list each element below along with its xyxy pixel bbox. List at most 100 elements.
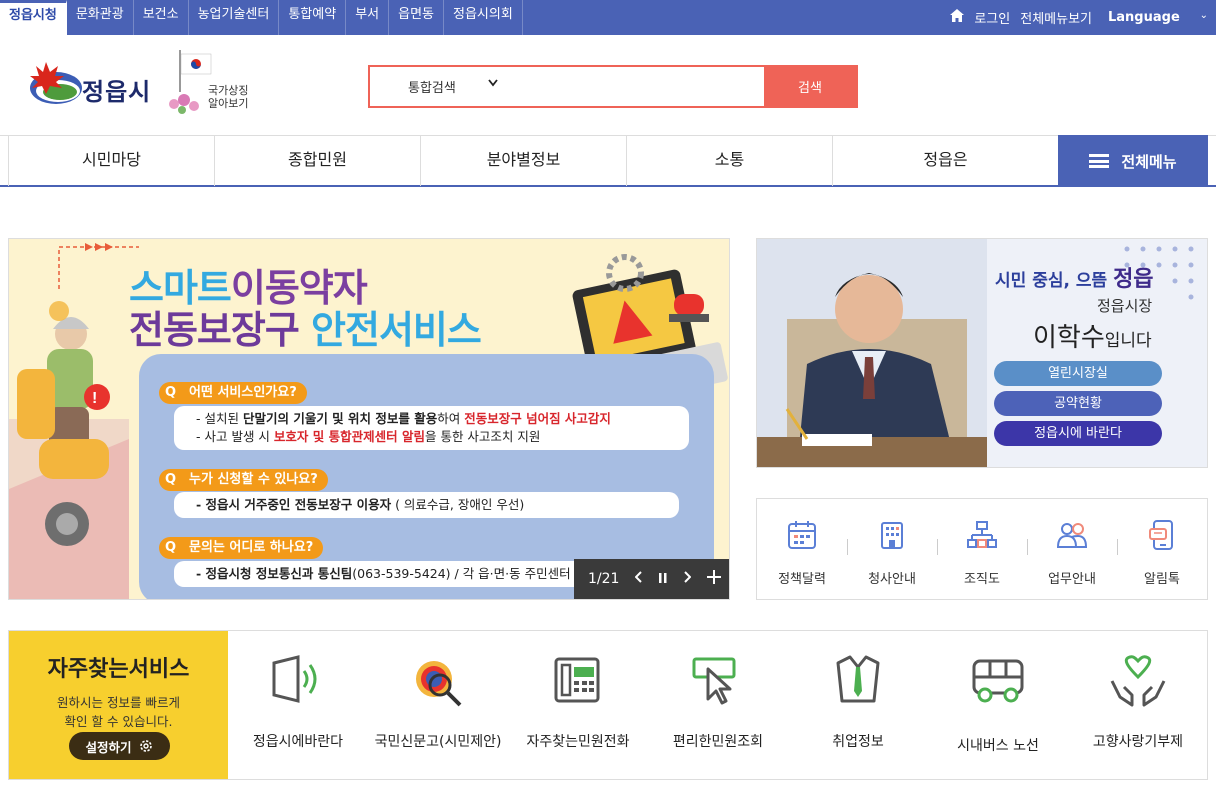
search-scope-label: 통합검색 xyxy=(408,81,456,96)
symbol-line-2: 알아보기 xyxy=(208,97,249,110)
plus-icon[interactable] xyxy=(707,570,722,588)
all-menu-button[interactable]: 전체메뉴 xyxy=(1058,135,1208,187)
login-link[interactable]: 로그인 xyxy=(974,8,1010,27)
service-label: 국민신문고(시민제안) xyxy=(374,734,502,750)
pause-icon[interactable] xyxy=(659,571,667,587)
tab-towns[interactable]: 읍면동 xyxy=(389,0,444,35)
quick-link-label: 업무안내 xyxy=(1048,572,1096,587)
service-label: 취업정보 xyxy=(832,734,884,750)
quick-link-policy-calendar[interactable]: 정책달력 xyxy=(757,499,847,599)
prev-arrow-icon[interactable] xyxy=(635,571,643,587)
tab-council[interactable]: 정읍시의회 xyxy=(444,0,523,35)
a1-text-f: 보호자 및 통합관제센터 알림 xyxy=(273,429,425,444)
settings-button[interactable]: 설정하기 xyxy=(69,732,170,760)
banner-answer-2: - 정읍시 거주중인 전동보장구 이용자 ( 의료수급, 장애인 우선) xyxy=(174,492,679,518)
hamburger-icon xyxy=(1089,154,1110,168)
a1-text-c: 하여 xyxy=(437,411,465,426)
frequent-services-title: 자주찾는서비스 xyxy=(47,657,190,682)
service-jobs[interactable]: 취업정보 xyxy=(788,631,928,779)
tab-culture-tour[interactable]: 문화관광 xyxy=(67,0,134,35)
nav-field-info[interactable]: 분야별정보 xyxy=(420,136,626,186)
search-scope-select[interactable]: 통합검색 xyxy=(370,67,500,106)
tab-city-hall[interactable]: 정읍시청 xyxy=(0,0,67,35)
service-epeople[interactable]: 국민신문고(시민제안) xyxy=(368,631,508,779)
suggestion-button[interactable]: 정읍시에 바란다 xyxy=(994,421,1162,446)
service-phone[interactable]: 자주찾는민원전화 xyxy=(508,631,648,779)
pledge-status-button[interactable]: 공약현황 xyxy=(994,391,1162,416)
quick-link-notification-talk[interactable]: 알림톡 xyxy=(1117,499,1207,599)
national-symbol-link[interactable]: 국가상징 알아보기 xyxy=(208,84,248,110)
people-icon xyxy=(1056,523,1088,548)
home-icon[interactable] xyxy=(950,9,965,26)
mayor-name: 이학수 xyxy=(1033,323,1105,353)
a1-text-d: 전동보장구 넘어짐 사고감지 xyxy=(464,411,611,426)
service-label: 고향사랑기부제 xyxy=(1092,734,1184,750)
site-tabs: 정읍시청 문화관광 보건소 농업기술센터 통합예약 부서 읍면동 정읍시의회 xyxy=(0,0,523,35)
frequent-services-desc: 원하시는 정보를 빠르게 확인 할 수 있습니다. xyxy=(9,693,228,731)
bus-icon xyxy=(972,659,1024,703)
quick-link-label: 조직도 xyxy=(964,572,1000,587)
slogan-text-a: 시민 중심, 으뜸 xyxy=(995,271,1114,291)
main-navigation: 시민마당 종합민원 분야별정보 소통 정읍은 전체메뉴 xyxy=(0,135,1216,187)
search-input[interactable] xyxy=(500,71,760,102)
service-label: 편리한민원조회 xyxy=(672,734,764,750)
service-hometown-donation[interactable]: 고향사랑기부제 xyxy=(1068,631,1208,779)
quick-link-label: 청사안내 xyxy=(868,572,916,587)
open-mayor-office-button[interactable]: 열린시장실 xyxy=(994,361,1162,386)
banner-question-2: 누가 신청할 수 있나요? xyxy=(159,469,328,491)
nav-communication[interactable]: 소통 xyxy=(626,136,832,186)
symbol-line-1: 국가상징 xyxy=(208,84,249,97)
language-select[interactable]: Language ⌄ xyxy=(1108,10,1216,25)
tab-department[interactable]: 부서 xyxy=(346,0,390,35)
cursor-icon xyxy=(692,657,736,705)
mayor-slogan: 시민 중심, 으뜸 정읍 xyxy=(995,261,1154,293)
banner-controls: 1/21 xyxy=(574,559,729,599)
building-icon xyxy=(881,522,903,549)
service-label: 시내버스 노선 xyxy=(957,738,1039,754)
all-menu-link[interactable]: 전체메뉴보기 xyxy=(1020,8,1092,27)
quick-link-work-guide[interactable]: 업무안내 xyxy=(1027,499,1117,599)
chevron-down-icon: ⌄ xyxy=(1199,10,1208,21)
language-label: Language xyxy=(1108,10,1180,25)
gear-icon xyxy=(139,740,152,752)
service-bus-route[interactable]: 시내버스 노선 xyxy=(928,631,1068,779)
mayor-role: 정읍시장 xyxy=(1097,297,1153,315)
calendar-icon xyxy=(788,521,816,549)
tab-reservation[interactable]: 통합예약 xyxy=(279,0,347,35)
utility-links: 로그인 전체메뉴보기 Language ⌄ xyxy=(950,0,1216,35)
speaker-icon xyxy=(272,655,317,703)
nav-citizen-square[interactable]: 시민마당 xyxy=(8,136,214,186)
nav-civil-service[interactable]: 종합민원 xyxy=(214,136,420,186)
heart-hands-icon xyxy=(1110,655,1166,707)
svg-text:!: ! xyxy=(92,390,97,407)
frequent-services: 자주찾는서비스 원하시는 정보를 빠르게 확인 할 수 있습니다. 설정하기 정… xyxy=(8,630,1208,780)
mayor-name-suffix: 입니다 xyxy=(1104,331,1152,351)
nav-about-jeongeup[interactable]: 정읍은 xyxy=(832,136,1058,186)
a1-text-g: 을 통한 사고조치 지원 xyxy=(424,429,541,444)
tab-agri-center[interactable]: 농업기술센터 xyxy=(189,0,280,35)
top-bar: 정읍시청 문화관광 보건소 농업기술센터 통합예약 부서 읍면동 정읍시의회 로… xyxy=(0,0,1216,35)
all-menu-label: 전체메뉴 xyxy=(1121,152,1177,171)
a3-text-a: - 정읍시청 정보통신과 통신팀 xyxy=(196,566,353,581)
quick-links: 정책달력 청사안내 조직도 업무안내 알림톡 xyxy=(756,498,1208,600)
mayor-name-line: 이학수입니다 xyxy=(1033,317,1152,354)
banner-answer-1: - 설치된 단말기의 기울기 및 위치 정보를 활용하여 전동보장구 넘어짐 사… xyxy=(174,406,689,450)
settings-label: 설정하기 xyxy=(85,739,132,755)
quick-link-building-guide[interactable]: 청사안내 xyxy=(847,499,937,599)
search-bar: 통합검색 검색 xyxy=(368,65,858,108)
next-arrow-icon[interactable] xyxy=(683,571,692,587)
service-label: 정읍시에바란다 xyxy=(252,734,344,750)
tab-health-center[interactable]: 보건소 xyxy=(134,0,189,35)
quick-link-org-chart[interactable]: 조직도 xyxy=(937,499,1027,599)
shirt-tie-icon xyxy=(836,655,880,703)
banner-title2-part1: 전동보장구 xyxy=(129,308,300,352)
service-civil-lookup[interactable]: 편리한민원조회 xyxy=(648,631,788,779)
desc-line-1: 원하시는 정보를 빠르게 xyxy=(57,695,180,710)
slogan-text-b: 정읍 xyxy=(1113,267,1154,292)
a2-text-b: ( 의료수급, 장애인 우선) xyxy=(391,497,525,512)
main-banner[interactable]: ! 스마트이동약자 전동보장구 안전서비스 어떤 서비스인가요? - 설치된 단… xyxy=(8,238,730,600)
search-button[interactable]: 검색 xyxy=(764,67,856,106)
frequent-services-intro: 자주찾는서비스 원하시는 정보를 빠르게 확인 할 수 있습니다. 설정하기 xyxy=(9,631,228,779)
service-suggestion[interactable]: 정읍시에바란다 xyxy=(228,631,368,779)
mobile-message-icon xyxy=(1149,520,1173,550)
